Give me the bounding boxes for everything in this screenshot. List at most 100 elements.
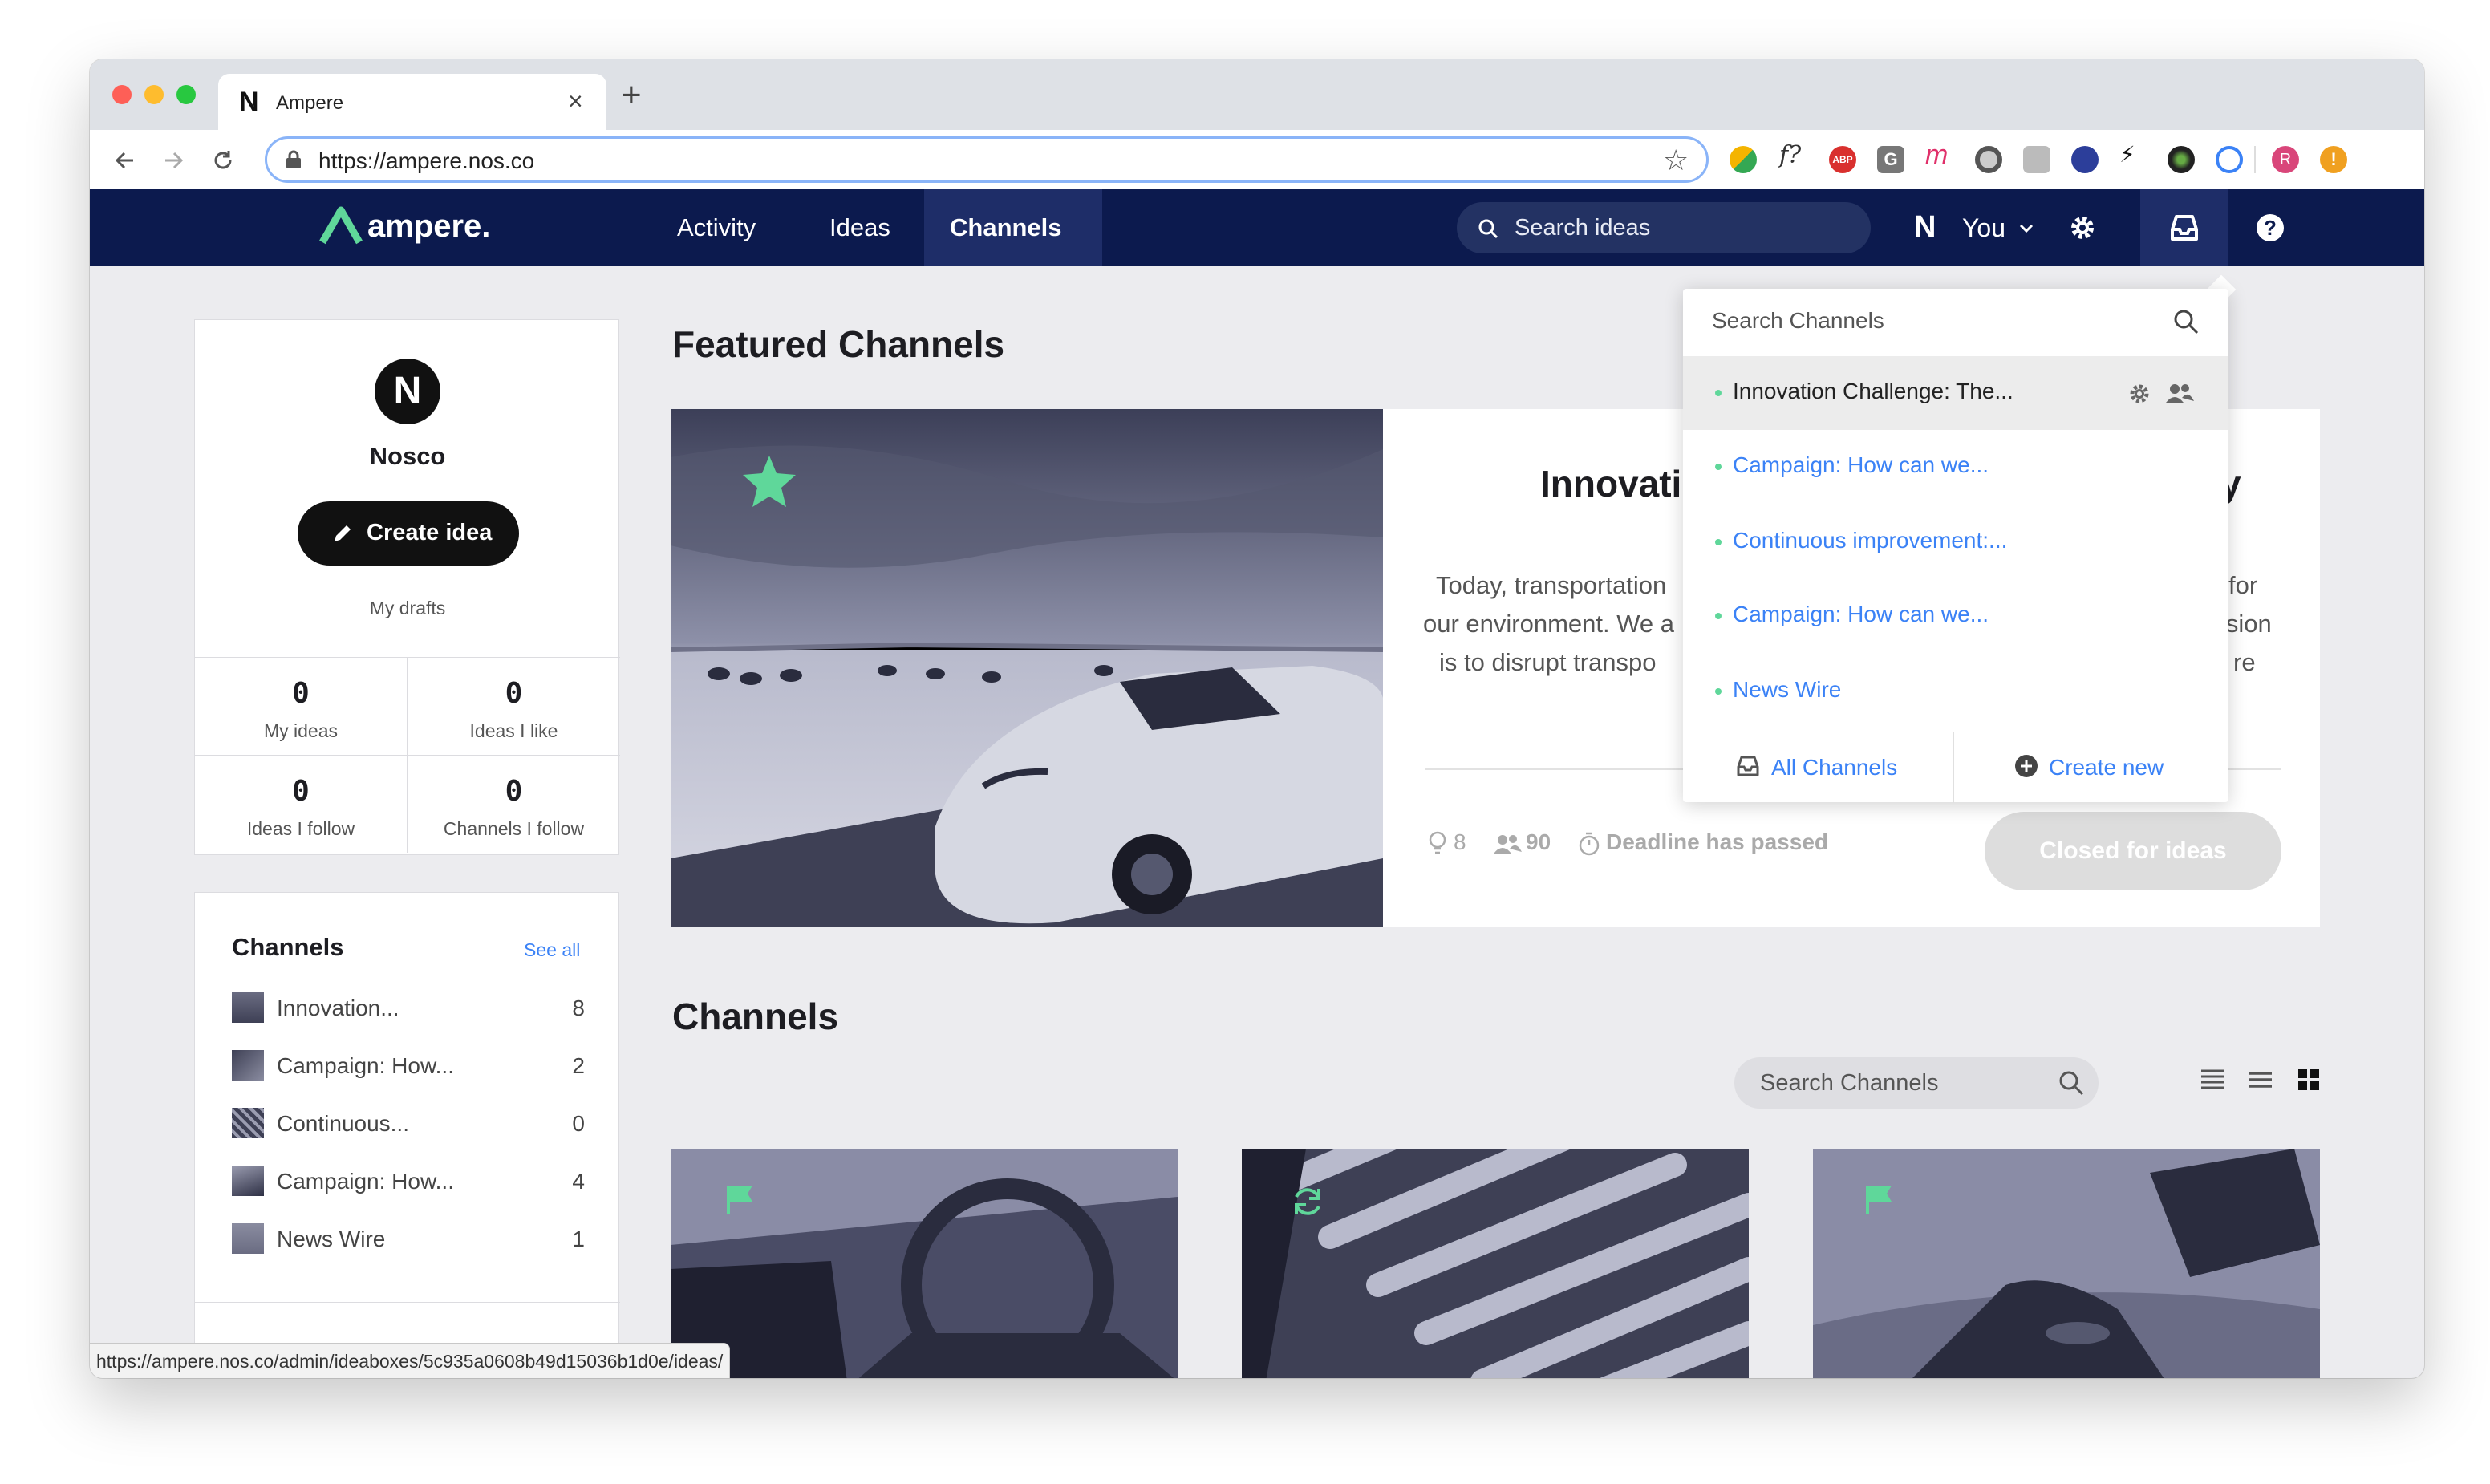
deadline-text: Deadline has passed [1606, 829, 1829, 854]
create-new-label: Create new [2049, 755, 2164, 780]
tab-title: Ampere [276, 92, 344, 114]
search-icon[interactable] [2172, 308, 2200, 335]
see-all-link[interactable]: See all [524, 939, 580, 961]
search-ideas-input[interactable]: Search ideas [1457, 202, 1871, 253]
inbox-icon [1737, 756, 1759, 776]
user-menu[interactable]: You [1962, 213, 2005, 243]
alert-extension-icon[interactable]: ! [2320, 146, 2347, 173]
sidebar-channel-item[interactable]: Continuous... 0 [232, 1103, 585, 1151]
profile-avatar-icon[interactable]: R [2272, 146, 2299, 173]
my-drafts-link[interactable]: My drafts [195, 598, 620, 619]
circle-extension-icon[interactable] [1975, 146, 2002, 173]
dropdown-channel-label: Campaign: How can we... [1733, 452, 1989, 477]
user-logo-icon[interactable]: N [1914, 210, 1936, 245]
stat-channels-i-follow[interactable]: 0 Channels I follow [408, 755, 620, 853]
ampere-logo-icon[interactable] [319, 205, 363, 245]
dropdown-channel-label: Continuous improvement:... [1733, 528, 2008, 553]
card-divider [195, 1302, 620, 1303]
channels-search-input[interactable]: Search Channels [1734, 1057, 2099, 1109]
channel-tile[interactable] [671, 1149, 1178, 1378]
stat-value: 0 [505, 775, 523, 808]
list-view-icon[interactable] [2248, 1068, 2273, 1091]
dropdown-channel-item[interactable]: Innovation Challenge: The... [1683, 356, 2228, 430]
members-icon[interactable] [2164, 382, 2195, 404]
stat-my-ideas[interactable]: 0 My ideas [195, 657, 408, 755]
channel-tile[interactable] [1813, 1149, 2320, 1378]
featured-channel-image [671, 409, 1383, 927]
sidebar-channel-item[interactable]: News Wire 1 [232, 1218, 585, 1267]
new-tab-button[interactable]: + [621, 75, 642, 116]
tab-close-icon[interactable]: × [568, 87, 583, 116]
minimize-window-button[interactable] [144, 85, 164, 104]
stripe-extension-icon[interactable] [2071, 146, 2099, 173]
gear-icon[interactable] [2127, 382, 2151, 406]
k-extension-icon[interactable]: ⚡ [2119, 141, 2147, 168]
sidebar-channel-item[interactable]: Campaign: How... 4 [232, 1161, 585, 1209]
m-extension-icon[interactable]: m [1925, 140, 1953, 170]
channel-tile[interactable] [1242, 1149, 1749, 1378]
plus-circle-icon [2015, 755, 2038, 777]
browser-toolbar: https://ampere.nos.co ☆ f? ABP G m ⚡ R ! [90, 130, 2424, 189]
reload-icon[interactable] [210, 148, 236, 173]
nav-channels-active[interactable]: Channels [924, 189, 1102, 266]
lightbulb-icon [1429, 831, 1446, 854]
browser-tab[interactable]: N Ampere × [218, 74, 606, 130]
font-extension-icon[interactable]: f? [1779, 141, 1807, 169]
compact-list-view-icon[interactable] [2200, 1068, 2225, 1091]
bookmark-star-icon[interactable]: ☆ [1663, 144, 1689, 177]
stat-label: Ideas I like [469, 720, 558, 741]
sidebar-channel-item[interactable]: Campaign: How... 2 [232, 1045, 585, 1093]
grid-view-icon[interactable] [2297, 1068, 2320, 1091]
grammarly-extension-icon[interactable]: G [1877, 146, 1904, 173]
create-idea-label: Create idea [367, 520, 493, 545]
gear-icon[interactable] [2068, 213, 2097, 242]
forward-icon[interactable] [160, 148, 186, 173]
create-idea-button[interactable]: Create idea [298, 501, 519, 566]
nav-channels[interactable]: Channels [950, 213, 1062, 242]
chat-extension-icon[interactable] [1730, 146, 1757, 173]
back-icon[interactable] [112, 148, 138, 173]
channel-name: Continuous... [277, 1111, 409, 1136]
adblock-extension-icon[interactable]: ABP [1829, 146, 1856, 173]
dropdown-channel-label: Innovation Challenge: The... [1733, 379, 2013, 403]
search-icon[interactable] [2058, 1070, 2084, 1096]
channels-section-title: Channels [672, 995, 839, 1037]
channels-sidebar-card: Channels See all Innovation... 8 Campaig… [194, 892, 620, 1378]
channel-count: 4 [572, 1169, 585, 1194]
zoom-window-button[interactable] [176, 85, 196, 104]
stat-ideas-i-like[interactable]: 0 Ideas I like [408, 657, 620, 755]
dropdown-search-input[interactable]: Search Channels [1683, 289, 2228, 356]
logo-text[interactable]: ampere. [367, 209, 490, 245]
channels-inbox-button[interactable] [2140, 189, 2228, 266]
dropdown-channel-item[interactable]: Continuous improvement:... [1683, 505, 2228, 579]
create-new-button[interactable]: Create new [1954, 732, 2228, 803]
dropdown-channel-item[interactable]: News Wire [1683, 655, 2228, 728]
nav-activity[interactable]: Activity [677, 213, 756, 242]
channel-name: News Wire [277, 1227, 386, 1251]
screen-extension-icon[interactable] [2023, 146, 2050, 173]
all-channels-button[interactable]: All Channels [1683, 732, 1954, 803]
stat-label: Channels I follow [443, 818, 585, 839]
chevron-down-icon[interactable] [2018, 223, 2034, 234]
featured-description-line: our environment. We a [1423, 610, 1675, 638]
closed-for-ideas-button[interactable]: Closed for ideas [1985, 812, 2281, 890]
nav-ideas[interactable]: Ideas [829, 213, 890, 242]
dropdown-channel-item[interactable]: Campaign: How can we... [1683, 579, 2228, 653]
inbox-icon[interactable] [2169, 213, 2200, 242]
dark-extension-icon[interactable] [2168, 146, 2195, 173]
stat-ideas-i-follow[interactable]: 0 Ideas I follow [195, 755, 408, 853]
dropdown-channel-item[interactable]: Campaign: How can we... [1683, 430, 2228, 504]
channel-status-dot [1715, 464, 1722, 470]
help-icon[interactable]: ? [2256, 213, 2285, 242]
timer-icon [1579, 832, 1600, 856]
stat-value: 0 [292, 775, 310, 808]
channel-thumbnail [232, 1166, 264, 1196]
channel-count: 2 [572, 1053, 585, 1078]
address-bar[interactable]: https://ampere.nos.co ☆ [265, 136, 1709, 183]
vpn-extension-icon[interactable] [2216, 146, 2243, 173]
pencil-icon [335, 525, 351, 541]
channel-thumbnail [232, 1223, 264, 1254]
sidebar-channel-item[interactable]: Innovation... 8 [232, 987, 585, 1036]
close-window-button[interactable] [112, 85, 132, 104]
avatar[interactable]: N [375, 359, 440, 424]
